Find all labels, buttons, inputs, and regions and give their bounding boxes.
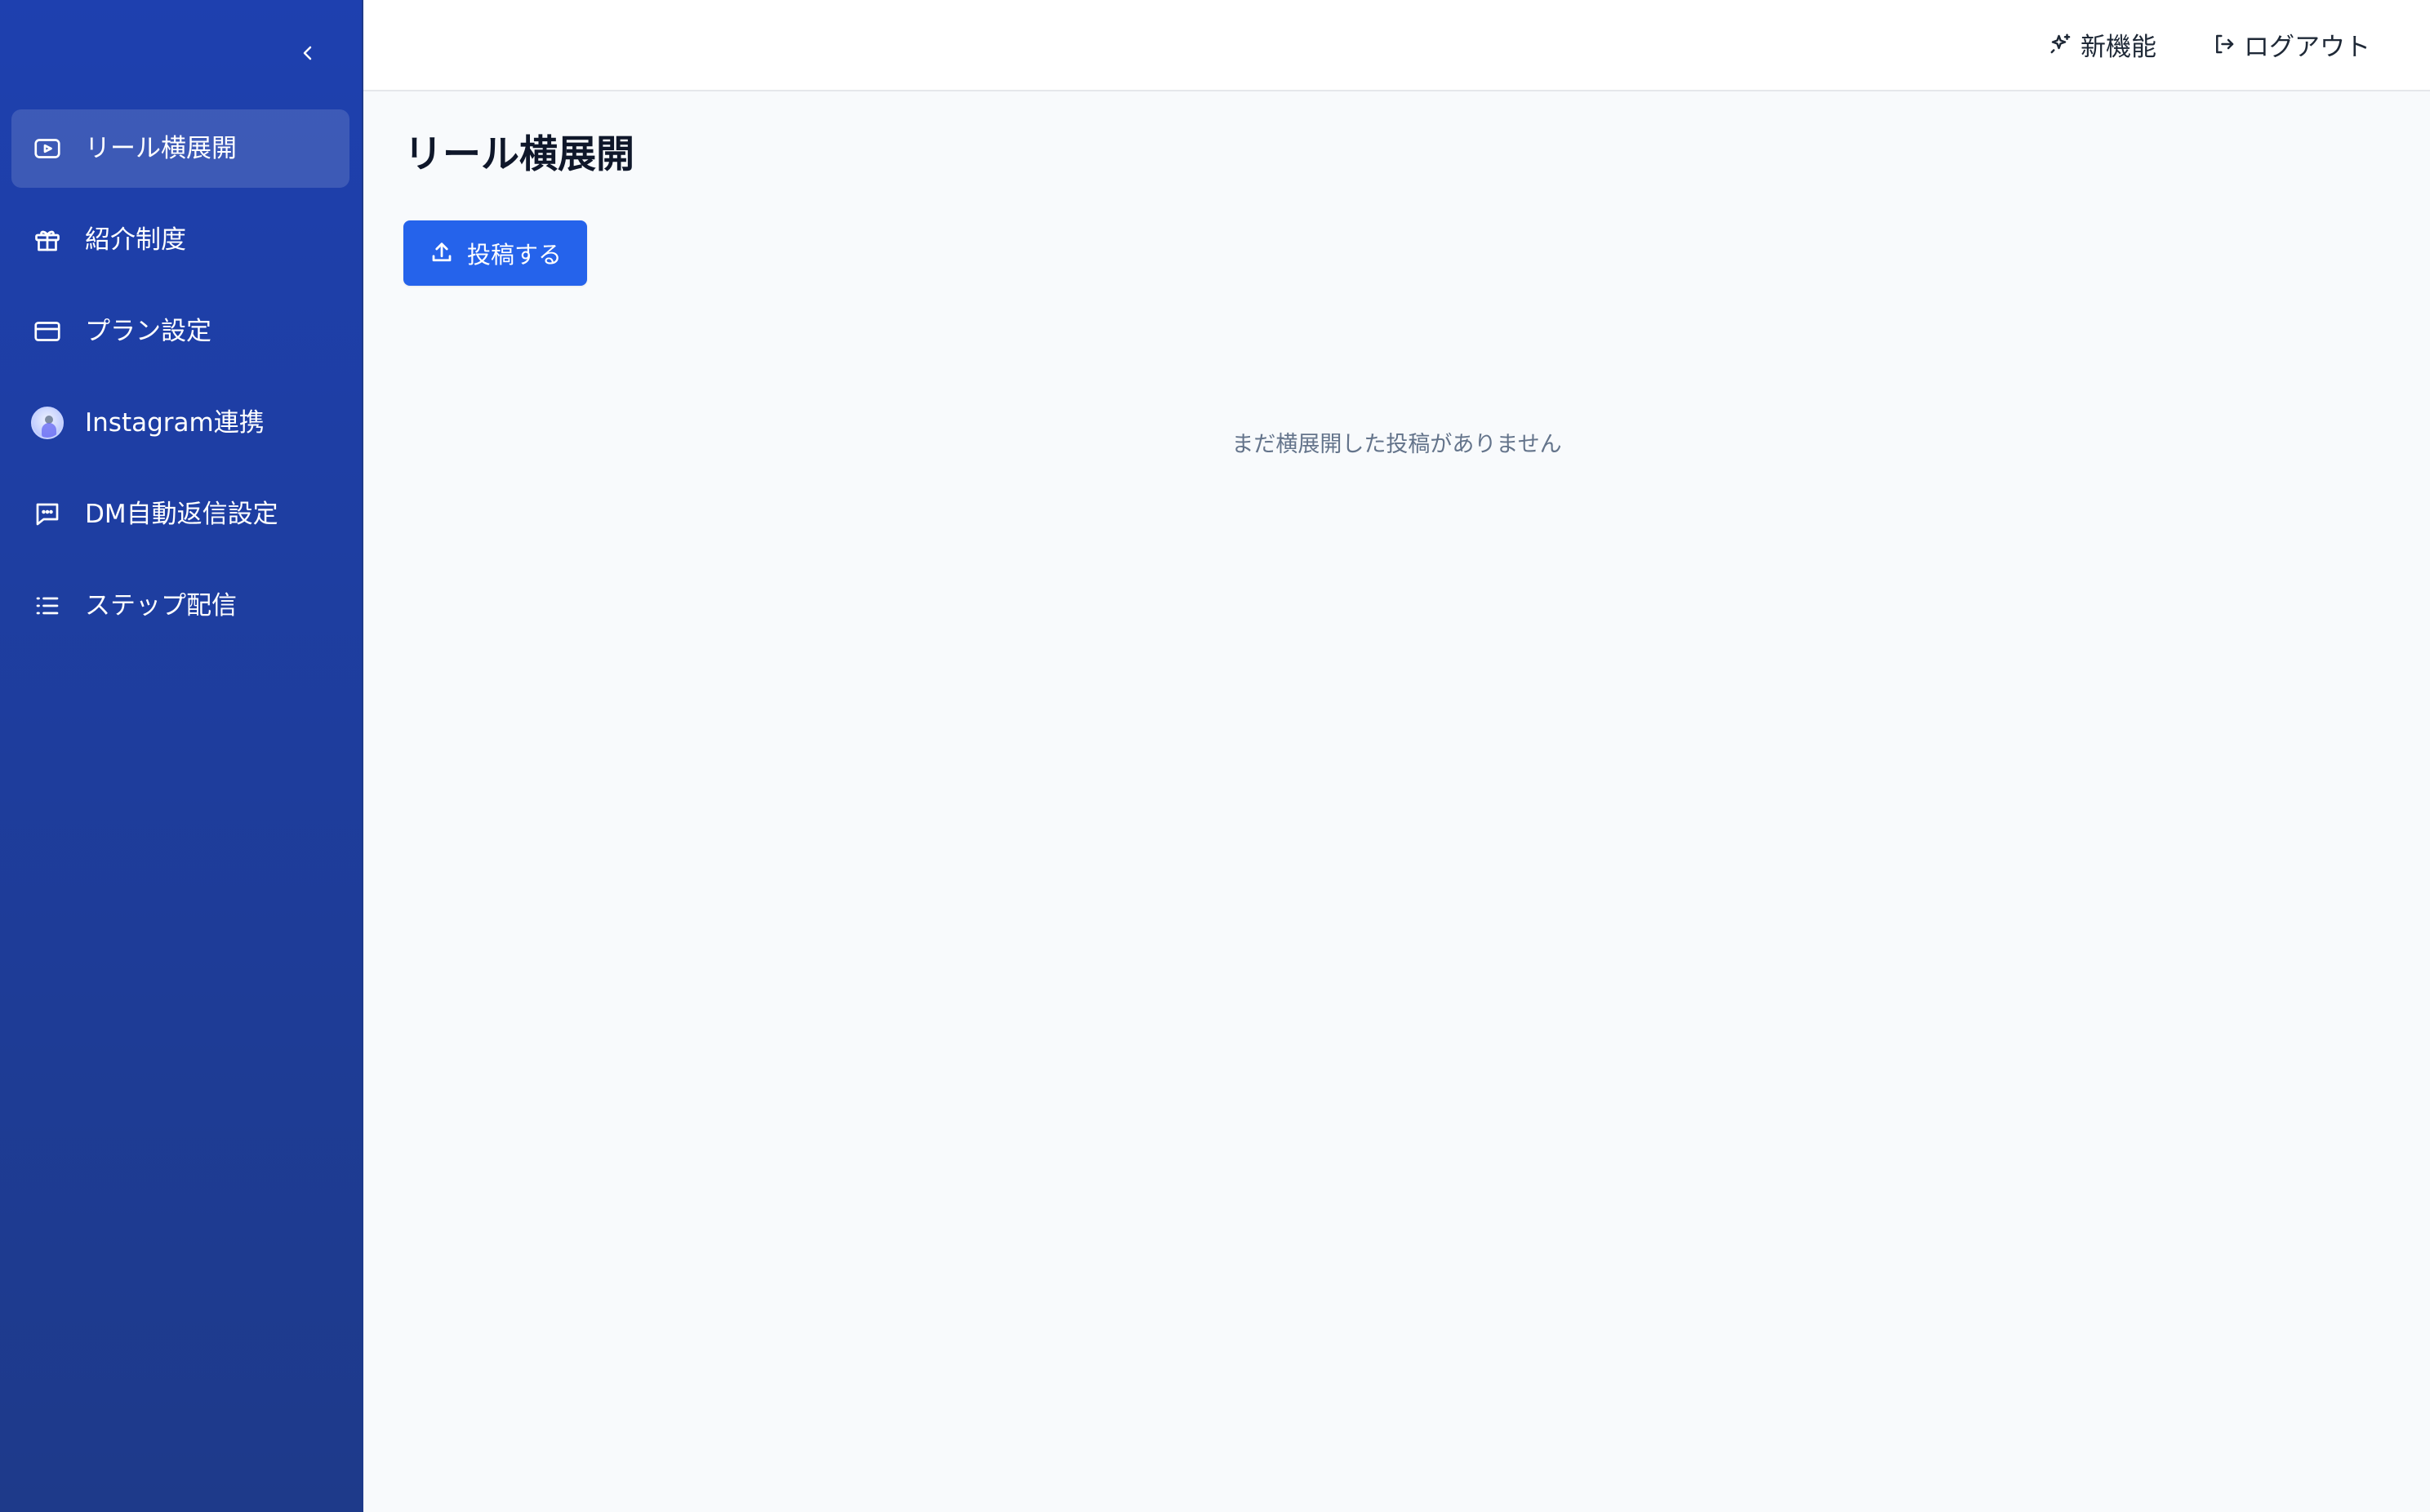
- app-root: リール横展開 紹介制度 プラン設定 Instagram連携 DM自動返信設定 ス…: [0, 0, 2430, 1512]
- chevron-left-icon: [298, 43, 318, 66]
- sidebar-item-step-delivery[interactable]: ステップ配信: [11, 567, 349, 645]
- sidebar-item-label: リール横展開: [85, 134, 237, 163]
- instagram-avatar: [31, 407, 64, 439]
- page-title: リール横展開: [404, 132, 634, 177]
- post-button-label: 投稿する: [467, 241, 563, 269]
- sparkles-icon: [2048, 31, 2074, 57]
- list-icon: [31, 589, 64, 622]
- whats-new-label: 新機能: [2081, 32, 2156, 62]
- credit-card-icon: [31, 315, 64, 348]
- sidebar-item-plan-settings[interactable]: プラン設定: [11, 292, 349, 371]
- sidebar-item-label: プラン設定: [85, 317, 211, 346]
- sidebar-collapse-button[interactable]: [290, 37, 326, 73]
- sidebar: リール横展開 紹介制度 プラン設定 Instagram連携 DM自動返信設定 ス…: [0, 0, 363, 1512]
- gift-icon: [31, 224, 64, 256]
- video-play-icon: [31, 132, 64, 165]
- main-content: リール横展開 投稿する まだ横展開した投稿がありません: [363, 91, 2430, 1512]
- avatar: [31, 407, 64, 439]
- sidebar-item-instagram[interactable]: Instagram連携: [11, 384, 349, 462]
- logout-icon: [2211, 31, 2237, 57]
- whats-new-link[interactable]: 新機能: [2048, 26, 2156, 62]
- sidebar-item-label: Instagram連携: [85, 408, 265, 438]
- sidebar-item-referral[interactable]: 紹介制度: [11, 201, 349, 279]
- post-button[interactable]: 投稿する: [403, 220, 587, 286]
- sidebar-item-reel-expansion[interactable]: リール横展開: [11, 109, 349, 188]
- sidebar-item-label: DM自動返信設定: [85, 500, 278, 529]
- logout-label: ログアウト: [2244, 32, 2370, 62]
- empty-state-message: まだ横展開した投稿がありません: [1231, 432, 1562, 457]
- top-header: 新機能 ログアウト: [363, 0, 2430, 91]
- sidebar-item-dm-auto-reply[interactable]: DM自動返信設定: [11, 475, 349, 554]
- message-icon: [31, 498, 64, 531]
- sidebar-item-label: ステップ配信: [85, 591, 237, 620]
- logout-button[interactable]: ログアウト: [2211, 26, 2370, 62]
- upload-icon: [429, 241, 454, 265]
- sidebar-item-label: 紹介制度: [85, 225, 186, 255]
